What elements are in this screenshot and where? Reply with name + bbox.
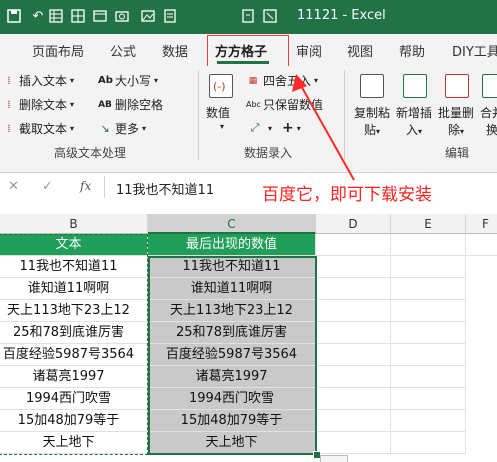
annotation-arrow <box>292 74 355 181</box>
annotation-text: 百度它，即可下载安装 <box>262 185 432 205</box>
